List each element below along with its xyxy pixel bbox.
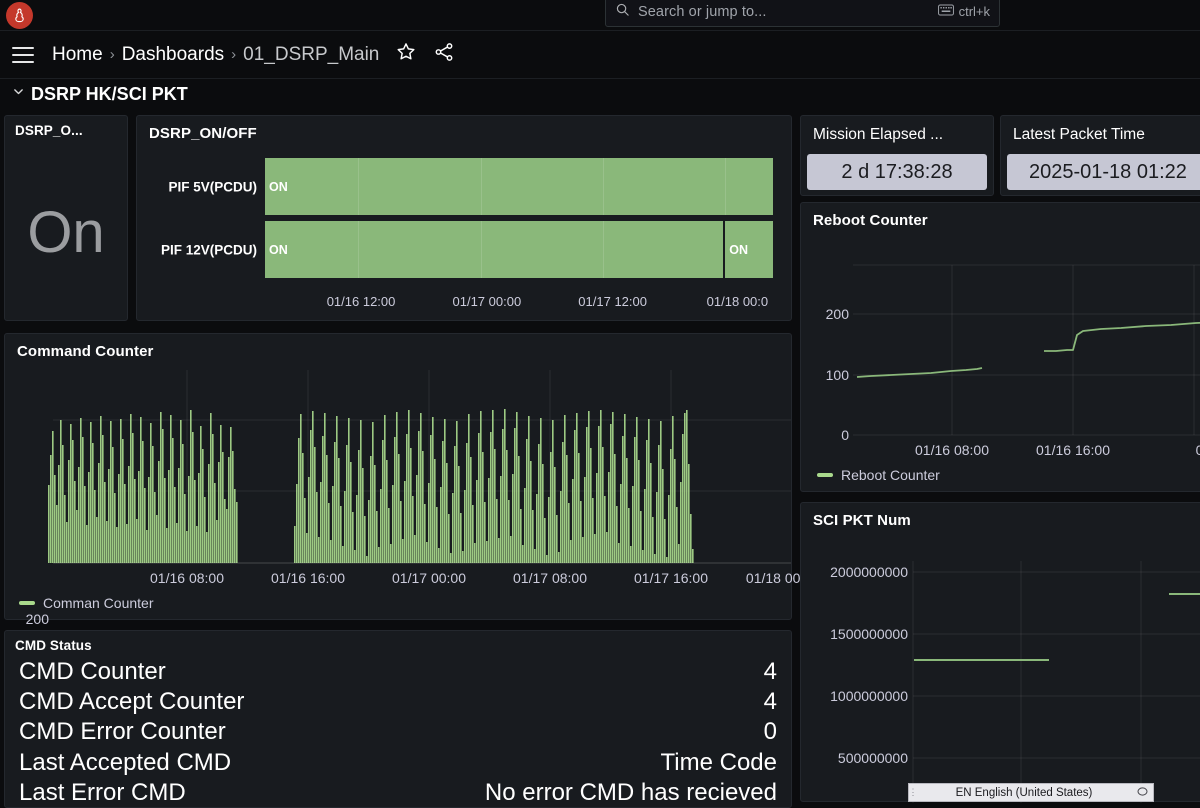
panel-sci-pkt-num[interactable]: SCI PKT Num 2000000000 1500000000 100000… — [800, 502, 1200, 802]
timeline-track[interactable]: ON — [265, 158, 773, 215]
timeline-segment-label: ON — [265, 180, 288, 194]
panel-title: CMD Status — [5, 631, 791, 653]
timeline-x-axis: 01/16 12:00 01/17 00:00 01/17 12:00 01/1… — [265, 294, 787, 312]
x-tick: 01/17 00:00 — [392, 570, 466, 586]
search-placeholder: Search or jump to... — [638, 4, 938, 20]
row-value: No error CMD has recieved — [485, 778, 777, 808]
table-row: Last Error CMD No error CMD has recieved — [19, 778, 777, 808]
timeline-segment[interactable]: ON — [265, 158, 773, 215]
legend-label: Reboot Counter — [841, 467, 940, 483]
row-value: 4 — [764, 657, 777, 687]
panel-title: DSRP_O... — [5, 116, 127, 138]
row-key: Last Error CMD — [19, 778, 186, 808]
stat-value: 2 d 17:38:28 — [807, 154, 987, 190]
sci-pkt-num-chart[interactable]: 2000000000 1500000000 1000000000 5000000… — [801, 503, 1200, 801]
chart-legend[interactable]: Comman Counter — [19, 595, 154, 611]
panel-reboot-counter[interactable]: Reboot Counter 0 100 200 01/16 08:00 01/… — [800, 202, 1200, 492]
shortcut-label: ctrl+k — [959, 4, 990, 19]
row-value: 4 — [764, 687, 777, 717]
chevron-down-icon[interactable] — [12, 85, 25, 103]
table-row: Last Accepted CMD Time Code — [19, 748, 777, 778]
timeline-segment-label: ON — [265, 243, 288, 257]
star-outline-icon[interactable] — [395, 41, 417, 68]
share-nodes-icon[interactable] — [433, 41, 455, 68]
x-tick: 01/17 12:00 — [578, 294, 647, 309]
row-key: CMD Accept Counter — [19, 687, 244, 717]
cmd-status-list: CMD Counter 4 CMD Accept Counter 4 CMD E… — [5, 657, 791, 808]
legend-swatch-icon — [817, 473, 833, 477]
row-key: Last Accepted CMD — [19, 748, 231, 778]
top-bar: Search or jump to... ctrl+k — [0, 0, 1200, 31]
x-tick: 01/16 12:00 — [327, 294, 396, 309]
breadcrumb: Home › Dashboards › 01_DSRP_Main — [52, 44, 379, 66]
x-tick: 01/18 00:0 — [707, 294, 768, 309]
hamburger-menu-icon[interactable] — [8, 40, 38, 70]
panel-title: Mission Elapsed ... — [801, 116, 993, 144]
reboot-counter-chart[interactable]: 0 100 200 01/16 08:00 01/16 16:00 01/17 … — [801, 203, 1200, 491]
state-timeline-rows: PIF 5V(PCDU) ON PIF 12V(PCDU) ON ON — [137, 158, 791, 284]
timeline-row-label: PIF 5V(PCDU) — [137, 179, 257, 194]
dashboard-row-title: DSRP HK/SCI PKT — [31, 84, 188, 105]
row-value: 0 — [764, 717, 777, 747]
timeline-row: PIF 12V(PCDU) ON ON — [137, 221, 791, 278]
stat-value: On — [5, 204, 127, 262]
ime-language-bar[interactable]: ⋮ EN English (United States) — [908, 783, 1154, 802]
restore-window-icon[interactable] — [1131, 787, 1153, 799]
timeline-row-label: PIF 12V(PCDU) — [137, 242, 257, 257]
panel-latest-packet-time[interactable]: Latest Packet Time 2025-01-18 01:22 — [1000, 115, 1200, 196]
table-row: CMD Error Counter 0 — [19, 717, 777, 747]
breadcrumb-item-dashboard[interactable]: 01_DSRP_Main — [243, 44, 379, 66]
breadcrumb-separator: › — [231, 46, 236, 63]
keyboard-icon — [938, 4, 954, 19]
row-key: CMD Error Counter — [19, 717, 226, 747]
timeline-segment-label: ON — [725, 243, 748, 257]
x-tick: 01/17 0 — [1196, 442, 1200, 458]
legend-swatch-icon — [19, 601, 35, 605]
search-shortcut: ctrl+k — [938, 4, 990, 19]
stat-value: 2025-01-18 01:22 — [1007, 154, 1200, 190]
chart-legend[interactable]: Reboot Counter — [817, 467, 940, 483]
panel-title: Latest Packet Time — [1001, 116, 1200, 144]
x-tick: 01/17 08:00 — [513, 570, 587, 586]
row-key: CMD Counter — [19, 657, 166, 687]
panel-command-counter[interactable]: Command Counter 0 100 200 — [4, 333, 792, 620]
timeline-track[interactable]: ON ON — [265, 221, 773, 278]
x-tick: 01/16 16:00 — [271, 570, 345, 586]
table-row: CMD Counter 4 — [19, 657, 777, 687]
dashboard-row-header[interactable]: DSRP HK/SCI PKT — [0, 79, 1200, 109]
x-tick: 01/16 16:00 — [1036, 442, 1110, 458]
panel-mission-elapsed-time[interactable]: Mission Elapsed ... 2 d 17:38:28 — [800, 115, 994, 196]
breadcrumb-nav-bar: Home › Dashboards › 01_DSRP_Main — [0, 31, 1200, 79]
row-value: Time Code — [661, 748, 777, 778]
grafana-logo-icon[interactable] — [6, 2, 33, 29]
x-tick: 01/16 08:00 — [150, 570, 224, 586]
panel-cmd-status[interactable]: CMD Status CMD Counter 4 CMD Accept Coun… — [4, 630, 792, 808]
breadcrumb-item-dashboards[interactable]: Dashboards — [122, 44, 224, 66]
panel-title: DSRP_ON/OFF — [137, 116, 791, 142]
legend-label: Comman Counter — [43, 595, 154, 611]
ime-language-label[interactable]: EN English (United States) — [917, 787, 1131, 799]
breadcrumb-separator: › — [110, 46, 115, 63]
x-tick: 01/17 16:00 — [634, 570, 708, 586]
timeline-segment[interactable]: ON — [725, 221, 773, 278]
search-icon — [615, 2, 630, 22]
drag-grip-icon[interactable]: ⋮ — [909, 784, 917, 801]
command-counter-chart[interactable]: 0 100 200 — [5, 334, 791, 619]
panel-dsrp-on-stat[interactable]: DSRP_O... On — [4, 115, 128, 321]
timeline-row: PIF 5V(PCDU) ON — [137, 158, 791, 215]
panel-dsrp-on-off-timeline[interactable]: DSRP_ON/OFF PIF 5V(PCDU) ON PIF 12V(PCDU… — [136, 115, 792, 321]
table-row: CMD Accept Counter 4 — [19, 687, 777, 717]
search-input[interactable]: Search or jump to... ctrl+k — [605, 0, 1000, 27]
breadcrumb-item-home[interactable]: Home — [52, 44, 103, 66]
timeline-segment[interactable]: ON — [265, 221, 723, 278]
x-tick: 01/17 00:00 — [453, 294, 522, 309]
x-tick: 01/16 08:00 — [915, 442, 989, 458]
